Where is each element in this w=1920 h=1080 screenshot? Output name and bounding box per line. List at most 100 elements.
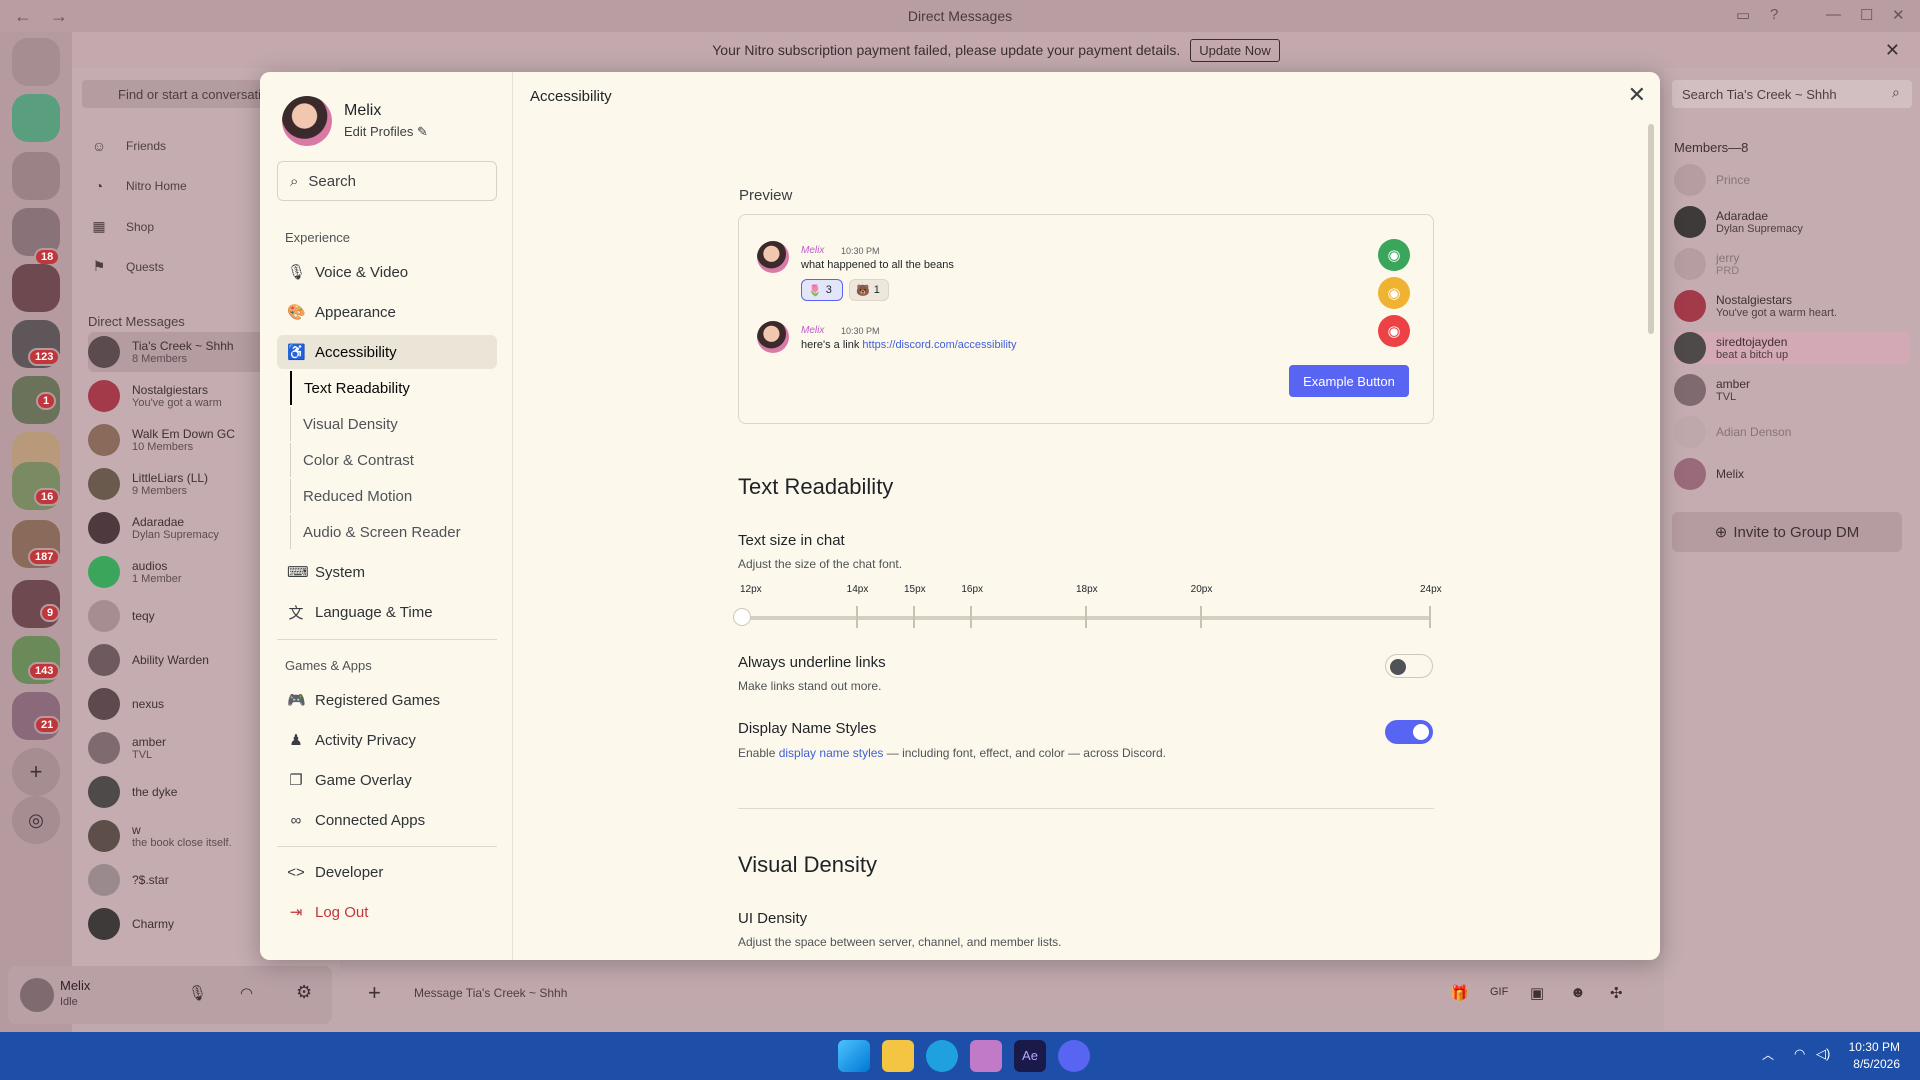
member-list-item[interactable]: Adian Denson: [1674, 416, 1791, 448]
member-list-item[interactable]: Adaradae Dylan Supremacy: [1674, 206, 1803, 238]
server-icon[interactable]: [12, 264, 60, 312]
nav-activity-privacy[interactable]: ♟ Activity Privacy: [277, 723, 497, 757]
microphone-icon[interactable]: 🎙: [188, 984, 207, 1002]
server-icon[interactable]: [12, 94, 60, 142]
example-button[interactable]: Example Button: [1289, 365, 1409, 397]
scrollbar[interactable]: [1648, 124, 1654, 334]
nav-connected-apps[interactable]: ∞ Connected Apps: [277, 803, 497, 837]
members-header: Members—8: [1674, 140, 1749, 155]
sub-reduced-motion[interactable]: Reduced Motion: [290, 479, 490, 513]
dm-nav-nitro[interactable]: ◔ Nitro Home: [90, 178, 187, 194]
desc-text: — including font, effect, and color — ac…: [883, 746, 1166, 760]
member-name: Adian Denson: [1716, 425, 1792, 439]
avatar: [88, 336, 120, 368]
underline-links-toggle[interactable]: [1385, 654, 1433, 678]
close-icon[interactable]: ✕: [1628, 82, 1646, 108]
maximize-icon[interactable]: ☐: [1860, 6, 1873, 24]
nav-label: Friends: [126, 139, 167, 153]
nav-registered-games[interactable]: 🎮 Registered Games: [277, 683, 497, 717]
dm-nav-shop[interactable]: ▦ Shop: [90, 218, 154, 235]
avatar[interactable]: [20, 978, 54, 1012]
taskbar-clock[interactable]: 10:30 PM 8/5/2026: [1849, 1039, 1900, 1073]
clock-time: 10:30 PM: [1848, 1040, 1900, 1054]
message-time: 10:30 PM: [841, 246, 880, 256]
help-icon[interactable]: ?: [1770, 6, 1778, 23]
chat-input-bar[interactable]: + Message Tia's Creek ~ Shhh 🎁 GIF ▣ ☻ ✣: [352, 968, 1656, 1020]
volume-icon[interactable]: ◁): [1816, 1046, 1830, 1062]
nav-developer[interactable]: <> Developer: [277, 855, 497, 889]
gift-icon[interactable]: 🎁: [1450, 984, 1469, 1002]
add-attachment-icon[interactable]: +: [368, 980, 381, 1006]
inbox-icon[interactable]: ▭: [1736, 6, 1750, 24]
nav-log-out[interactable]: ⇥ Log Out: [277, 895, 497, 929]
headphones-icon[interactable]: ◠: [240, 984, 253, 1002]
message-link[interactable]: https://discord.com/accessibility: [862, 339, 1016, 351]
wifi-icon[interactable]: ◠: [1794, 1046, 1805, 1062]
display-name-styles-toggle[interactable]: [1385, 720, 1433, 744]
invite-to-group-dm-button[interactable]: ⊕ Invite to Group DM: [1672, 512, 1902, 552]
app-icon[interactable]: [970, 1040, 1002, 1072]
sub-visual-density[interactable]: Visual Density: [290, 407, 490, 441]
underline-links-title: Always underline links: [738, 654, 886, 671]
member-list-item[interactable]: amber TVL: [1674, 374, 1750, 406]
slider-tick-label: 18px: [1076, 584, 1098, 595]
preview-box: Melix 10:30 PM what happened to all the …: [738, 214, 1434, 424]
close-window-icon[interactable]: ✕: [1892, 6, 1905, 24]
sub-color-contrast[interactable]: Color & Contrast: [290, 443, 490, 477]
invite-label: Invite to Group DM: [1733, 523, 1860, 541]
nav-language-time[interactable]: 文 Language & Time: [277, 595, 497, 629]
sub-text-readability[interactable]: Text Readability: [290, 371, 490, 405]
nav-game-overlay[interactable]: ❐ Game Overlay: [277, 763, 497, 797]
reaction-chip[interactable]: 🌷 3: [801, 279, 843, 301]
nav-label: Voice & Video: [315, 263, 409, 281]
edge-icon[interactable]: [926, 1040, 958, 1072]
add-server-icon[interactable]: +: [12, 748, 60, 796]
settings-page-title: Accessibility: [530, 88, 612, 105]
discord-icon[interactable]: [1058, 1040, 1090, 1072]
nav-system[interactable]: ⌨ System: [277, 555, 497, 589]
member-list-item[interactable]: siredtojayden beat a bitch up: [1674, 332, 1910, 364]
sticker-icon[interactable]: ▣: [1530, 984, 1544, 1002]
message-time: 10:30 PM: [841, 326, 880, 336]
preview-label: Preview: [739, 187, 793, 204]
gif-icon[interactable]: GIF: [1490, 986, 1508, 998]
gear-icon[interactable]: ⚙: [296, 982, 312, 1003]
member-list-item[interactable]: Nostalgiestars You've got a warm heart.: [1674, 290, 1837, 322]
reaction-chip[interactable]: 🐻 1: [849, 279, 889, 301]
avatar[interactable]: [282, 96, 332, 146]
member-search-input[interactable]: Search Tia's Creek ~ Shhh: [1672, 80, 1912, 108]
settings-search-input[interactable]: ⌕ Search: [277, 161, 497, 201]
emoji-icon[interactable]: ☻: [1570, 984, 1586, 1001]
member-subtext: beat a bitch up: [1716, 349, 1789, 361]
folder-icon[interactable]: [12, 152, 60, 200]
slider-handle[interactable]: [733, 608, 751, 626]
home-button[interactable]: [12, 38, 60, 86]
member-list-item[interactable]: Prince: [1674, 164, 1750, 196]
apps-icon[interactable]: ✣: [1610, 984, 1623, 1002]
chevron-up-icon[interactable]: ︿: [1762, 1046, 1774, 1063]
dm-nav-quests[interactable]: ⚑ Quests: [90, 258, 164, 275]
nav-accessibility[interactable]: ♿ Accessibility: [277, 335, 497, 369]
after-effects-icon[interactable]: Ae: [1014, 1040, 1046, 1072]
edit-profiles-link[interactable]: Edit Profiles ✎: [344, 124, 428, 140]
nav-voice-video[interactable]: 🎙 Voice & Video: [277, 255, 497, 289]
member-list-item[interactable]: jerry PRD: [1674, 248, 1739, 280]
taskbar: Ae ︿ ◠ ◁) 10:30 PM 8/5/2026: [0, 1032, 1920, 1080]
update-now-button[interactable]: Update Now: [1190, 38, 1280, 62]
dm-name: LittleLiars (LL): [132, 471, 209, 485]
minimize-icon[interactable]: —: [1826, 6, 1841, 23]
section-heading-text-readability: Text Readability: [738, 474, 894, 499]
member-list-item[interactable]: Melix: [1674, 458, 1744, 490]
chat-input-placeholder[interactable]: Message Tia's Creek ~ Shhh: [414, 986, 567, 1000]
member-name: Adaradae: [1716, 209, 1769, 223]
dm-nav-friends[interactable]: ☺ Friends: [90, 138, 166, 154]
sub-audio-screen-reader[interactable]: Audio & Screen Reader: [290, 515, 490, 549]
start-icon[interactable]: [838, 1040, 870, 1072]
display-name-styles-link[interactable]: display name styles: [779, 746, 884, 760]
file-explorer-icon[interactable]: [882, 1040, 914, 1072]
discover-icon[interactable]: ◎: [12, 796, 60, 844]
close-icon[interactable]: ✕: [1885, 40, 1900, 61]
nav-appearance[interactable]: 🎨 Appearance: [277, 295, 497, 329]
settings-modal: Melix Edit Profiles ✎ ⌕ Search Experience…: [260, 72, 1660, 960]
clock-date: 8/5/2026: [1853, 1057, 1900, 1071]
